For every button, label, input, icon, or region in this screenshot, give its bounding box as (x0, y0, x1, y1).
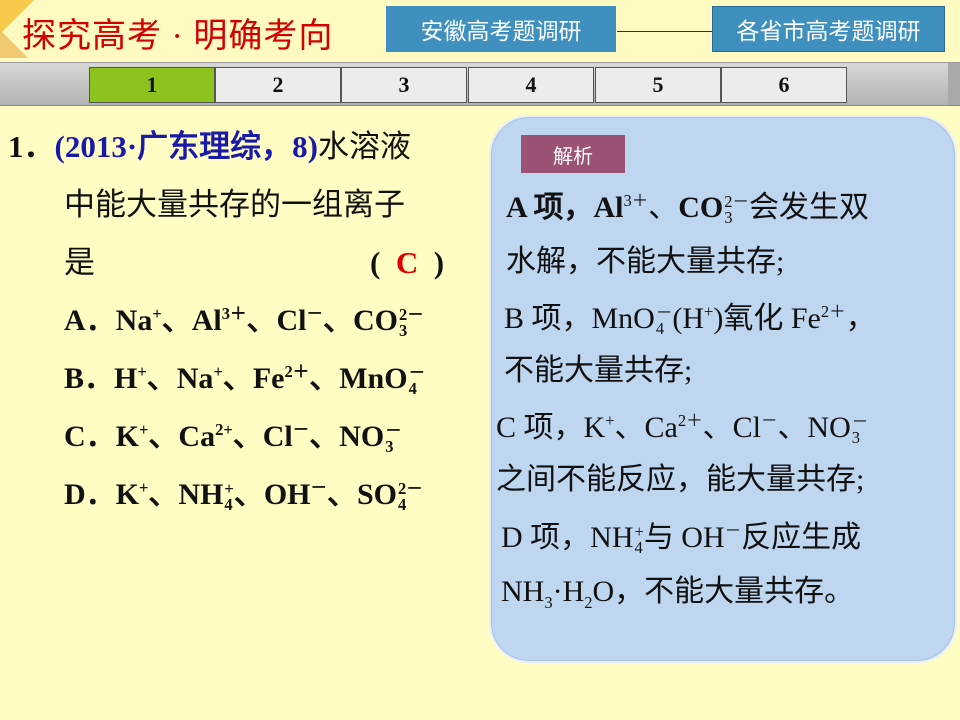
page-tab-3[interactable]: 3 (341, 67, 467, 103)
page-tab-1[interactable]: 1 (89, 67, 215, 103)
analysis-a-line-1: A 项，Al3＋、CO 2－ 3 会发生双 (506, 191, 870, 228)
page-tab-6[interactable]: 6 (721, 67, 847, 103)
analysis-d-line-1: D 项，NH +4 与 OH－反应生成 (501, 521, 862, 558)
header-banner: 探究高考 · 明确考向 安徽高考题调研 各省市高考题调研 (0, 0, 960, 58)
option-d[interactable]: D．K+、NH +4 、OH－、SO 2－ 4 (8, 466, 486, 524)
tab-anhui-exam[interactable]: 安徽高考题调研 (386, 6, 616, 52)
question-block: 1．(2013·广东理综，8)水溶液 中能大量共存的一组离子 是 ( C ) A… (8, 118, 486, 524)
tab-provinces-exam[interactable]: 各省市高考题调研 (712, 6, 945, 52)
option-b[interactable]: B．H+、Na+、Fe2＋、MnO － 4 (8, 350, 486, 408)
page-tab-4[interactable]: 4 (468, 67, 594, 103)
analysis-button[interactable]: 解析 (521, 135, 625, 173)
page-tab-5[interactable]: 5 (595, 67, 721, 103)
page-tab-2[interactable]: 2 (215, 67, 341, 103)
question-stem-1: 水溶液 (317, 129, 411, 164)
page-navigation: 1 2 3 4 5 6 (0, 62, 960, 106)
nav-edge (948, 63, 960, 105)
analysis-c-line-1: C 项，K+、Ca2＋、Cl－、NO － 3 (496, 411, 869, 448)
page-title: 探究高考 · 明确考向 (22, 18, 334, 55)
analysis-c-line-2: 之间不能反应，能大量共存; (496, 463, 865, 496)
question-number: 1． (8, 129, 55, 164)
answer-letter: C (395, 245, 419, 280)
question-stem-3: 是 (64, 245, 95, 280)
divider-line (617, 31, 713, 32)
analysis-b-line-2: 不能大量共存; (504, 354, 693, 387)
question-line-1: 1．(2013·广东理综，8)水溶液 (8, 118, 486, 176)
analysis-b-line-1: B 项，MnO － 4 (H+)氧化 Fe2＋， (504, 302, 876, 339)
question-line-3: 是 ( C ) (8, 234, 486, 292)
analysis-a-line-2: 水解，不能大量共存; (506, 245, 785, 278)
option-a[interactable]: A．Na+、Al3＋、Cl－、CO 2－ 3 (8, 292, 486, 350)
analysis-d-line-2: NH3·H2O，不能大量共存。 (501, 575, 855, 612)
question-line-2: 中能大量共存的一组离子 (64, 187, 405, 222)
question-source: (2013·广东理综，8) (54, 129, 318, 164)
answer-bracket: ( C ) (370, 245, 445, 280)
option-c[interactable]: C．K+、Ca2+、Cl－、NO － 3 (8, 408, 486, 466)
